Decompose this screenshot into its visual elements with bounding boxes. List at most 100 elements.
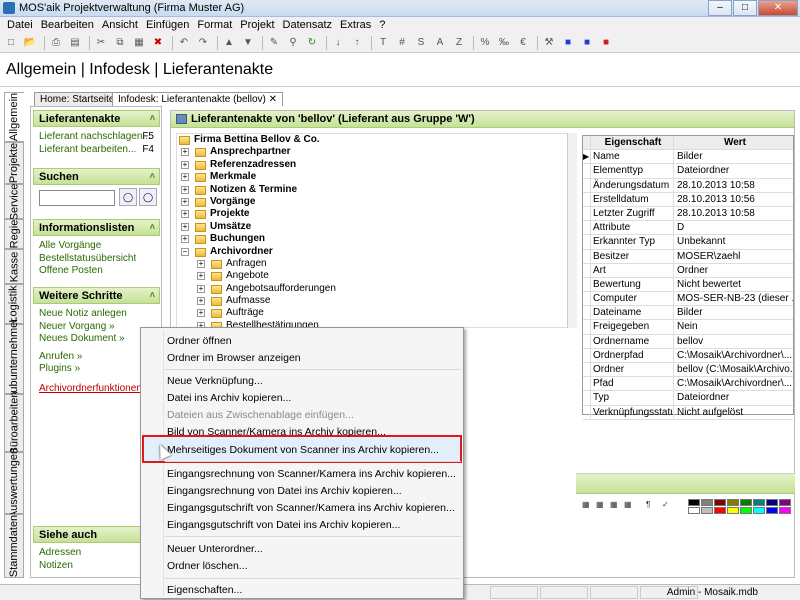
expand-toggle-icon[interactable]: + — [181, 160, 189, 169]
menu-item[interactable]: Datei ins Archiv kopieren... — [167, 392, 291, 404]
menu-help[interactable]: ? — [375, 19, 389, 31]
table-delete-icon[interactable]: ▦ — [610, 500, 624, 514]
property-row[interactable]: Freigegeben Nein — [583, 320, 793, 335]
property-row[interactable]: Bewertung Nicht bewertet — [583, 277, 793, 293]
link-lieferant-nachschlagen[interactable]: Lieferant nachschlagen... F5 — [33, 131, 160, 144]
menu-item[interactable]: Neuer Unterordner... — [167, 543, 263, 555]
vtab-kasse[interactable]: Kasse — [4, 249, 24, 284]
tree-item[interactable]: + Umsätze — [177, 221, 570, 233]
tree-item[interactable]: Firma Bettina Bellov & Co. — [177, 134, 570, 146]
redo-icon[interactable]: ↷ — [195, 35, 211, 51]
menu-item[interactable]: Eingangsgutschrift von Datei ins Archiv … — [167, 519, 400, 531]
menu-projekt[interactable]: Projekt — [236, 19, 278, 31]
menu-item[interactable]: Ordner öffnen — [167, 335, 232, 347]
expand-toggle-icon[interactable]: + — [181, 210, 189, 219]
delete-icon[interactable]: ✖ — [150, 35, 166, 51]
color-palette[interactable] — [688, 499, 791, 514]
collapse-toggle-icon[interactable]: − — [181, 247, 189, 256]
expand-toggle-icon[interactable]: + — [197, 284, 205, 293]
link-alle-vorgaenge[interactable]: Alle Vorgänge — [33, 240, 160, 253]
table-insert-icon[interactable]: ▦ — [596, 500, 610, 514]
edit-icon[interactable]: ✎ — [266, 35, 282, 51]
z-icon[interactable]: Z — [451, 35, 467, 51]
expand-toggle-icon[interactable]: + — [181, 222, 189, 231]
link-lieferant-bearbeiten[interactable]: Lieferant bearbeiten... F4 — [33, 144, 160, 157]
maximize-button[interactable]: □ — [733, 0, 757, 16]
expand-toggle-icon[interactable]: + — [181, 197, 189, 206]
binoculars-icon[interactable]: ◯ — [119, 188, 137, 206]
menu-einfuegen[interactable]: Einfügen — [142, 19, 193, 31]
a-icon[interactable]: A — [432, 35, 448, 51]
search-input[interactable] — [39, 190, 115, 206]
tab-lieferantenakte[interactable]: Infodesk: Lieferantenakte (bellov) ✕ — [112, 92, 284, 106]
s-icon[interactable]: S — [413, 35, 429, 51]
menu-item[interactable]: Eigenschaften... — [167, 584, 242, 596]
vtab-regie[interactable]: Regie — [4, 219, 24, 249]
property-row[interactable]: Attribute D — [583, 221, 793, 236]
property-row[interactable]: Verknüpfungsstatus Nicht aufgelöst — [583, 405, 793, 420]
table-props-icon[interactable]: ▦ — [624, 500, 638, 514]
menu-datei[interactable]: Datei — [3, 19, 37, 31]
property-row[interactable]: Erkannter Typ Unbekannt — [583, 235, 793, 250]
property-row[interactable]: Dateiname Bilder — [583, 306, 793, 321]
property-row[interactable]: Erstelldatum 28.10.2013 10:56 — [583, 192, 793, 207]
property-row[interactable]: Computer MOS-SER-NB-23 (dieser ... — [583, 292, 793, 307]
euro-icon[interactable]: € — [515, 35, 531, 51]
tree-scrollbar[interactable] — [567, 133, 577, 328]
property-row[interactable]: Pfad C:\Mosaik\Archivordner\... — [583, 377, 793, 392]
binoculars-plus-icon[interactable]: ◯ — [139, 188, 157, 206]
collapse-icon[interactable]: ˄ — [150, 113, 155, 123]
property-row[interactable]: Ordnerpfad C:\Mosaik\Archivordner\... — [583, 348, 793, 363]
hash-icon[interactable]: # — [394, 35, 410, 51]
collapse-icon[interactable]: ˄ — [150, 290, 155, 300]
expand-toggle-icon[interactable]: + — [197, 259, 205, 268]
print-icon[interactable]: ⎙ — [48, 35, 64, 51]
menu-item[interactable]: Neue Verknüpfung... — [167, 375, 263, 387]
property-row[interactable]: ▶ Name Bilder — [583, 150, 793, 165]
expand-toggle-icon[interactable]: + — [197, 309, 205, 318]
vtab-subunternehmer[interactable]: Subunternehmer — [4, 318, 24, 400]
menu-item-mehrseitiges-dokument[interactable]: Mehrseitiges Dokument von Scanner ins Ar… — [167, 444, 439, 456]
sort-asc-icon[interactable]: ↓ — [330, 35, 346, 51]
menu-item[interactable]: Eingangsrechnung von Scanner/Kamera ins … — [167, 468, 456, 480]
close-button[interactable]: ✕ — [758, 0, 798, 16]
tree-item[interactable]: + Aufträge — [177, 307, 570, 319]
expand-toggle-icon[interactable]: + — [181, 173, 189, 182]
vtab-auswertungen[interactable]: Auswertungen — [4, 448, 24, 518]
menu-item[interactable]: Ordner im Browser anzeigen — [167, 352, 301, 364]
property-row[interactable]: Besitzer MOSER\zaehl — [583, 249, 793, 264]
property-row[interactable]: Typ Dateiordner — [583, 391, 793, 406]
vtab-stammdaten[interactable]: Stammdaten — [4, 514, 24, 578]
expand-toggle-icon[interactable]: + — [181, 235, 189, 244]
collapse-icon[interactable]: ˄ — [150, 171, 155, 181]
link-neue-notiz[interactable]: Neue Notiz anlegen — [33, 308, 160, 321]
tab-home[interactable]: Home: Startseite — [34, 92, 121, 106]
menu-datensatz[interactable]: Datensatz — [279, 19, 337, 31]
property-row[interactable]: Elementtyp Dateiordner — [583, 164, 793, 179]
user-blue-icon[interactable]: ■ — [560, 35, 576, 51]
menu-ansicht[interactable]: Ansicht — [98, 19, 142, 31]
down-icon[interactable]: ▼ — [240, 35, 256, 51]
paste-icon[interactable]: ▦ — [131, 35, 147, 51]
tree-item[interactable]: + Merkmale — [177, 171, 570, 183]
vtab-allgemein[interactable]: Allgemein — [4, 92, 24, 142]
expand-toggle-icon[interactable]: + — [181, 148, 189, 157]
tab-close-icon[interactable]: ✕ — [269, 94, 277, 105]
open-icon[interactable]: 📂 — [22, 35, 38, 51]
menu-bearbeiten[interactable]: Bearbeiten — [37, 19, 98, 31]
menu-item[interactable]: Eingangsrechnung von Datei ins Archiv ko… — [167, 485, 402, 497]
menu-item[interactable]: Ordner löschen... — [167, 560, 248, 572]
tree-item[interactable]: + Ansprechpartner — [177, 146, 570, 158]
tree-item[interactable]: + Notizen & Termine — [177, 184, 570, 196]
property-row[interactable]: Letzter Zugriff 28.10.2013 10:58 — [583, 206, 793, 222]
menu-item[interactable]: Bild von Scanner/Kamera ins Archiv kopie… — [167, 426, 386, 438]
find-icon[interactable]: ⚲ — [285, 35, 301, 51]
cut-icon[interactable]: ✂ — [93, 35, 109, 51]
tree-item[interactable]: + Projekte — [177, 208, 570, 220]
user-red-icon[interactable]: ■ — [598, 35, 614, 51]
undo-icon[interactable]: ↶ — [176, 35, 192, 51]
table-icon[interactable]: ▦ — [582, 500, 596, 514]
user-blue2-icon[interactable]: ■ — [579, 35, 595, 51]
tree-item[interactable]: + Anfragen — [177, 258, 570, 270]
tree-item[interactable]: + Buchungen — [177, 233, 570, 245]
